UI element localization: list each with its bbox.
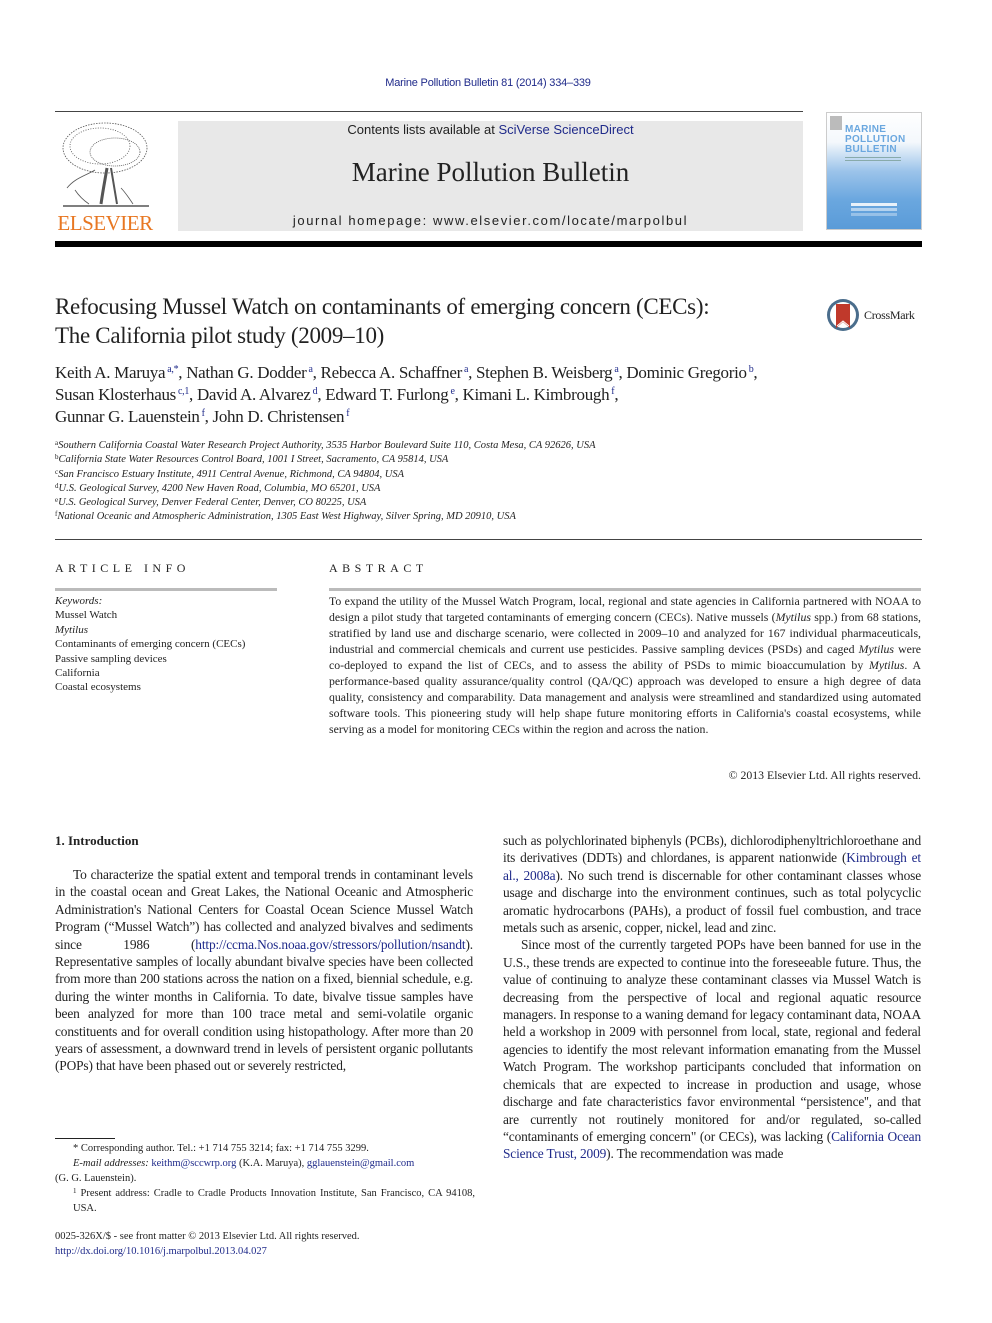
cover-title-line: BULLETIN xyxy=(845,144,897,155)
keyword: Mytilus xyxy=(55,623,88,636)
author[interactable]: Susan Klosterhaus c,1, xyxy=(55,385,197,404)
body-paragraph: To characterize the spatial extent and t… xyxy=(55,867,473,1074)
crossmark-label: CrossMark xyxy=(864,308,915,322)
doi-link[interactable]: http://dx.doi.org/10.1016/j.marpolbul.20… xyxy=(55,1245,475,1260)
author[interactable]: Nathan G. Dodder a, xyxy=(186,363,320,382)
crossmark-button[interactable]: CrossMark xyxy=(826,298,926,334)
issn-line: 0025-326X/$ - see front matter © 2013 El… xyxy=(55,1231,360,1242)
title-line-1: Refocusing Mussel Watch on contaminants … xyxy=(55,294,710,319)
abstract-heading: ABSTRACT xyxy=(329,561,428,575)
email-note: E-mail addresses: keithm@sccwrp.org (K.A… xyxy=(73,1158,415,1169)
top-rule xyxy=(55,111,803,112)
body-column-right: such as polychlorinated biphenyls (PCBs)… xyxy=(503,832,921,1163)
footnote-rule xyxy=(55,1138,115,1139)
corresponding-author-note: * Corresponding author. Tel.: +1 714 755… xyxy=(73,1143,369,1154)
affiliation: aSouthern California Coastal Water Resea… xyxy=(55,439,596,452)
author[interactable]: Kimani L. Kimbrough f, xyxy=(462,385,618,404)
keyword: Mussel Watch xyxy=(55,609,118,622)
keyword: Coastal ecosystems xyxy=(55,681,141,694)
keywords-label: Keywords: xyxy=(55,595,103,607)
affiliation: fNational Oceanic and Atmospheric Admini… xyxy=(55,510,516,523)
affiliation: eU.S. Geological Survey, Denver Federal … xyxy=(55,496,367,509)
keyword: Contaminants of emerging concern (CECs) xyxy=(55,638,246,651)
affiliation: bCalifornia State Water Resources Contro… xyxy=(55,453,449,466)
journal-citation-link[interactable]: Marine Pollution Bulletin 81 (2014) 334–… xyxy=(0,77,976,89)
article-title: Refocusing Mussel Watch on contaminants … xyxy=(55,292,815,350)
email-note-continued: (G. G. Lauenstein). xyxy=(55,1173,137,1184)
author[interactable]: Edward T. Furlong e, xyxy=(325,385,462,404)
author[interactable]: Rebecca A. Schaffner a, xyxy=(321,363,476,382)
header-thick-rule xyxy=(55,241,922,247)
body-paragraph: Since most of the currently targeted POP… xyxy=(503,937,922,1162)
title-line-2: The California pilot study (2009–10) xyxy=(55,323,385,348)
cover-title: MARINE POLLUTION BULLETIN xyxy=(845,125,905,155)
present-address-note: 1 Present address: Cradle to Cradle Prod… xyxy=(73,1187,476,1215)
section-divider xyxy=(55,539,922,540)
author[interactable]: Keith A. Maruya a,*, xyxy=(55,363,186,382)
article-info-rule xyxy=(55,588,277,591)
keywords-block: Keywords: Mussel Watch Mytilus Contamina… xyxy=(55,594,295,695)
abstract-copyright: © 2013 Elsevier Ltd. All rights reserved… xyxy=(728,768,921,782)
tree-icon xyxy=(62,122,149,207)
footnotes: * Corresponding author. Tel.: +1 714 755… xyxy=(55,1141,475,1216)
noaa-url-link[interactable]: http://ccma.Nos.noaa.gov/stressors/pollu… xyxy=(195,937,465,952)
journal-title: Marine Pollution Bulletin xyxy=(351,157,630,187)
author[interactable]: Gunnar G. Lauenstein f, xyxy=(55,407,213,426)
author[interactable]: Dominic Gregorio b, xyxy=(626,363,757,382)
contents-prefix: Contents lists available at xyxy=(347,122,499,137)
email-link[interactable]: gglauenstein@gmail.com xyxy=(307,1158,414,1169)
cover-water-glare xyxy=(851,203,897,206)
affiliation-list: aSouthern California Coastal Water Resea… xyxy=(55,439,935,525)
affiliation: cSan Francisco Estuary Institute, 4911 C… xyxy=(55,467,404,480)
body-column-left: To characterize the spatial extent and t… xyxy=(55,866,473,1075)
affiliation-marker[interactable]: a,* xyxy=(167,364,178,375)
keyword: California xyxy=(55,667,100,680)
keyword: Passive sampling devices xyxy=(55,652,167,665)
article-info-heading: ARTICLE INFO xyxy=(55,561,190,575)
crossmark-icon xyxy=(827,299,859,331)
abstract-text: To expand the utility of the Mussel Watc… xyxy=(329,594,922,736)
author[interactable]: Stephen B. Weisberg a, xyxy=(476,363,626,382)
journal-cover-thumbnail[interactable]: MARINE POLLUTION BULLETIN xyxy=(826,112,922,230)
email-link[interactable]: keithm@sccwrp.org xyxy=(151,1158,236,1169)
contents-availability: Contents lists available at SciVerse Sci… xyxy=(178,121,803,138)
journal-homepage[interactable]: journal homepage: www.elsevier.com/locat… xyxy=(178,213,803,228)
elsevier-wordmark: ELSEVIER xyxy=(57,211,153,235)
front-matter: 0025-326X/$ - see front matter © 2013 El… xyxy=(55,1230,475,1259)
cover-publisher-mark xyxy=(830,116,842,130)
author[interactable]: John D. Christensen f xyxy=(213,407,350,426)
author[interactable]: David A. Alvarez d, xyxy=(197,385,325,404)
abstract-rule xyxy=(329,588,921,591)
author-list: Keith A. Maruya a,*, Nathan G. Dodder a, R… xyxy=(55,362,930,428)
cover-subtitle-lines xyxy=(845,157,901,158)
affiliation-marker[interactable]: c,1 xyxy=(178,386,189,397)
affiliation: dU.S. Geological Survey, 4200 New Haven … xyxy=(55,481,381,494)
body-paragraph: such as polychlorinated biphenyls (PCBs)… xyxy=(503,833,921,936)
journal-header-box: Contents lists available at SciVerse Sci… xyxy=(178,121,803,231)
sciencedirect-link[interactable]: SciVerse ScienceDirect xyxy=(498,122,633,137)
introduction-heading: 1. Introduction xyxy=(55,833,139,848)
affiliation-marker[interactable]: f xyxy=(346,408,349,419)
